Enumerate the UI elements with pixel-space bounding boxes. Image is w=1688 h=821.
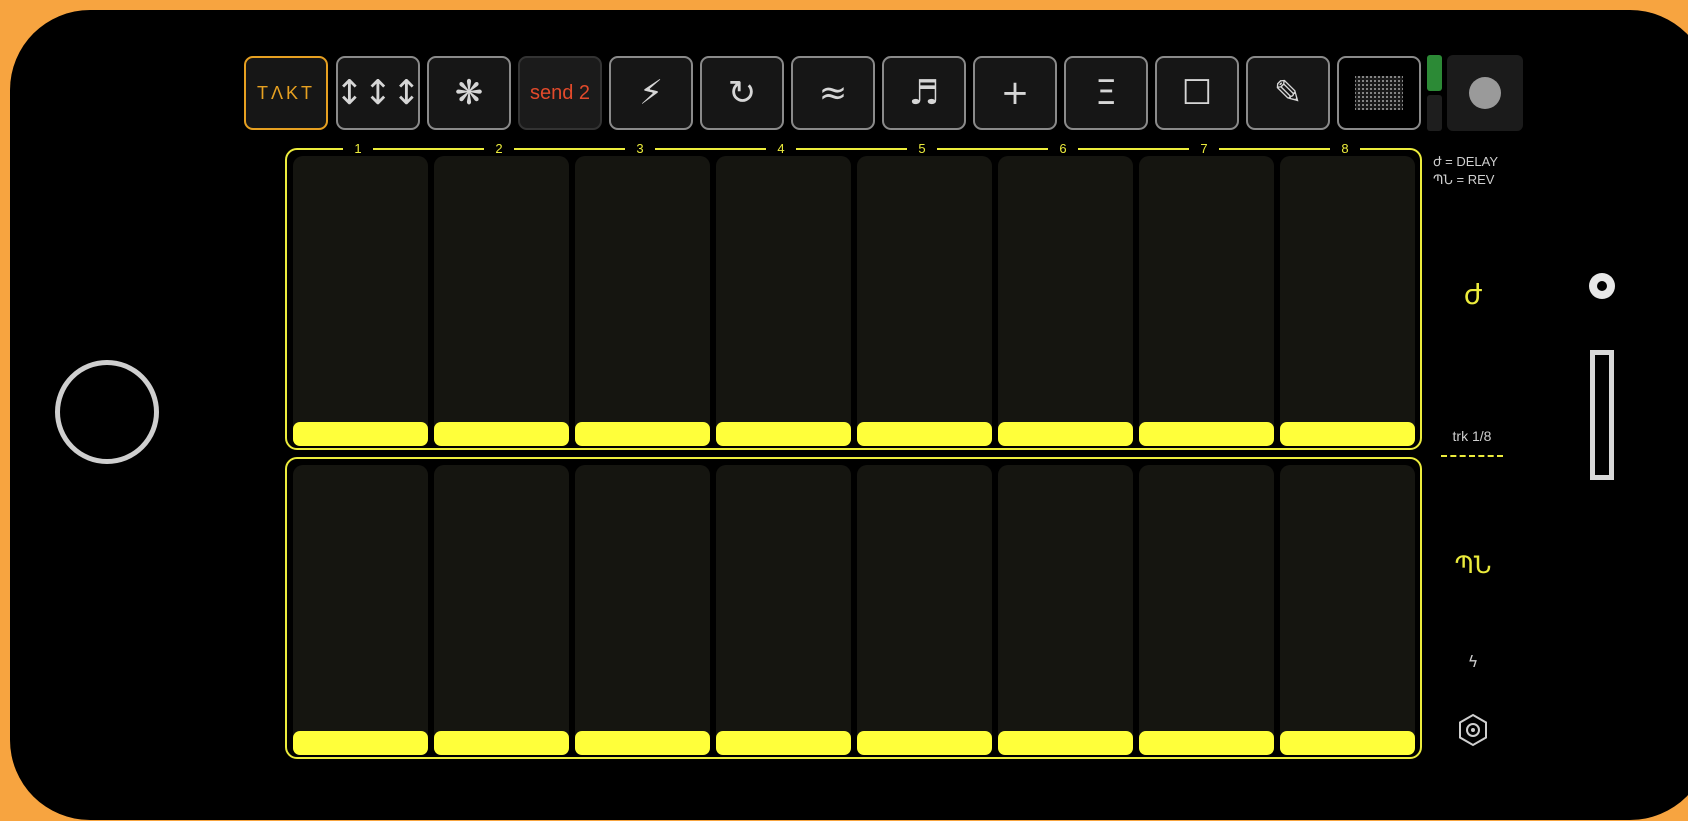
- delay-pad-7[interactable]: [1139, 156, 1274, 446]
- send-label: send 2: [529, 81, 591, 104]
- reverb-level-fill: [857, 731, 992, 755]
- takt-logo-button[interactable]: TΛKT: [244, 56, 328, 130]
- note-icon: ♬: [908, 73, 940, 113]
- level-meter-top: [1427, 55, 1442, 91]
- reverb-pad-5[interactable]: [857, 465, 992, 755]
- level-meter-bottom: [1427, 95, 1442, 131]
- reverb-level-fill: [716, 731, 851, 755]
- menu-icon: Ξ: [1095, 73, 1117, 113]
- square-button[interactable]: ☐: [1155, 56, 1239, 130]
- track-label: trk 1/8: [1452, 428, 1492, 444]
- reverb-level-fill: [1139, 731, 1274, 755]
- wave-button[interactable]: ≈: [791, 56, 875, 130]
- gear-icon[interactable]: [1456, 713, 1490, 747]
- fx-button[interactable]: ❋: [427, 56, 511, 130]
- reverb-pad-7[interactable]: [1139, 465, 1274, 755]
- reverb-level-fill: [434, 731, 569, 755]
- delay-pad-5[interactable]: [857, 156, 992, 446]
- takt-label: TΛKT: [256, 82, 316, 103]
- delay-icon[interactable]: ժ: [1443, 278, 1503, 311]
- reverb-level-fill: [998, 731, 1133, 755]
- legend-delay: ժ = DELAY: [1433, 154, 1499, 169]
- delay-level-fill: [1280, 422, 1415, 446]
- legend-rev: ՊՆ = REV: [1433, 172, 1495, 187]
- delay-pad-8[interactable]: [1280, 156, 1415, 446]
- delay-level-fill: [434, 422, 569, 446]
- reverb-pad-4[interactable]: [716, 465, 851, 755]
- delay-pad-4[interactable]: [716, 156, 851, 446]
- home-button[interactable]: [55, 360, 159, 464]
- delay-level-fill: [716, 422, 851, 446]
- bolt-small-icon[interactable]: ϟ: [1458, 652, 1488, 671]
- speaker-slot: [1590, 350, 1614, 480]
- square-icon: ☐: [1181, 73, 1213, 113]
- delay-level-fill: [1139, 422, 1274, 446]
- arrows-button[interactable]: ↕↕↕: [335, 56, 421, 130]
- wave-icon: ≈: [818, 73, 848, 113]
- track-indicator: [1441, 455, 1503, 457]
- loop-icon: ↻: [727, 73, 757, 113]
- delay-level-fill: [998, 422, 1133, 446]
- reverb-pad-3[interactable]: [575, 465, 710, 755]
- menu-button[interactable]: Ξ: [1064, 56, 1148, 130]
- fx-icon: ❋: [454, 73, 484, 113]
- reverb-pad-6[interactable]: [998, 465, 1133, 755]
- camera-icon: [1589, 273, 1615, 299]
- noise-button[interactable]: [1337, 56, 1421, 130]
- record-icon: [1469, 77, 1501, 109]
- reverb-level-fill: [1280, 731, 1415, 755]
- reverb-pad-2[interactable]: [434, 465, 569, 755]
- delay-level-fill: [293, 422, 428, 446]
- reverb-level-fill: [575, 731, 710, 755]
- send-button[interactable]: send 2: [518, 56, 602, 130]
- reverb-level-fill: [293, 731, 428, 755]
- reverb-icon[interactable]: ՊՆ: [1443, 551, 1503, 579]
- reverb-pad-8[interactable]: [1280, 465, 1415, 755]
- delay-pad-1[interactable]: [293, 156, 428, 446]
- pencil-icon: ✎: [1273, 73, 1303, 113]
- delay-level-fill: [857, 422, 992, 446]
- delay-pad-3[interactable]: [575, 156, 710, 446]
- record-button[interactable]: [1447, 55, 1523, 131]
- loop-button[interactable]: ↻: [700, 56, 784, 130]
- arrows-icon: ↕↕↕: [335, 73, 421, 113]
- delay-level-fill: [575, 422, 710, 446]
- delay-pad-6[interactable]: [998, 156, 1133, 446]
- plus-button[interactable]: +: [973, 56, 1057, 130]
- bolt-button[interactable]: ⚡: [609, 56, 693, 130]
- plus-icon: +: [1000, 73, 1030, 113]
- reverb-pad-1[interactable]: [293, 465, 428, 755]
- bolt-icon: ⚡: [639, 73, 663, 113]
- delay-pad-2[interactable]: [434, 156, 569, 446]
- note-button[interactable]: ♬: [882, 56, 966, 130]
- pencil-button[interactable]: ✎: [1246, 56, 1330, 130]
